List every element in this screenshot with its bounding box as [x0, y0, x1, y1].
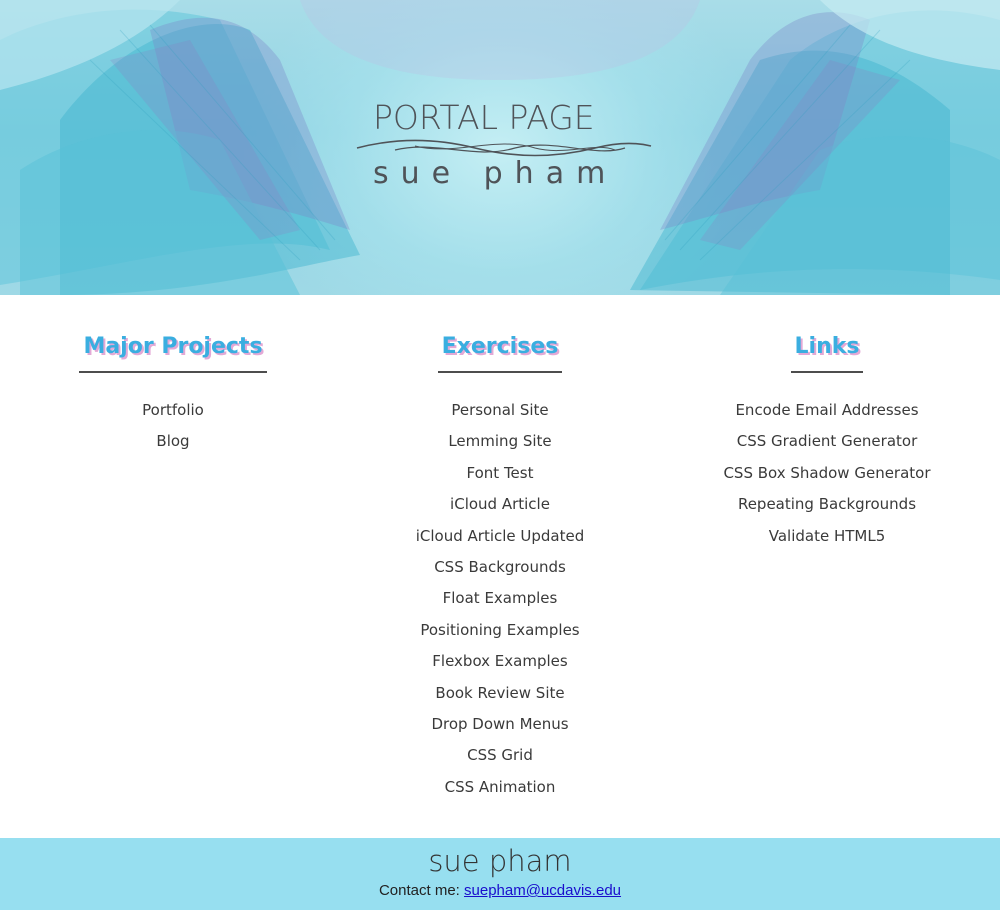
list-item: Lemming Site — [340, 426, 660, 457]
portal-logo: PORTAL PAGE sue pham — [355, 98, 655, 198]
page-footer: sue pham Contact me: suepham@ucdavis.edu — [0, 838, 1000, 910]
link-personal-site[interactable]: Personal Site — [451, 401, 548, 419]
footer-name: sue pham — [428, 844, 572, 878]
column-heading: Links — [790, 331, 864, 373]
link-css-backgrounds[interactable]: CSS Backgrounds — [434, 558, 566, 576]
link-icloud-article-updated[interactable]: iCloud Article Updated — [416, 527, 585, 545]
list-item: CSS Box Shadow Generator — [667, 458, 987, 489]
list-item: Validate HTML5 — [667, 521, 987, 552]
link-positioning-examples[interactable]: Positioning Examples — [420, 621, 579, 639]
footer-contact: Contact me: suepham@ucdavis.edu — [0, 881, 1000, 901]
link-columns: Major Projects Portfolio Blog Exercises … — [0, 295, 1000, 838]
link-drop-down-menus[interactable]: Drop Down Menus — [431, 715, 568, 733]
list-item: Flexbox Examples — [340, 646, 660, 677]
logo-subtitle: sue pham — [373, 156, 618, 191]
list-item: CSS Backgrounds — [340, 552, 660, 583]
list-item: Book Review Site — [340, 678, 660, 709]
list-item: CSS Animation — [340, 772, 660, 803]
link-list: Personal Site Lemming Site Font Test iCl… — [340, 395, 660, 803]
column-exercises: Exercises Personal Site Lemming Site Fon… — [340, 331, 660, 803]
link-list: Encode Email Addresses CSS Gradient Gene… — [667, 395, 987, 552]
list-item: Repeating Backgrounds — [667, 489, 987, 520]
link-portfolio[interactable]: Portfolio — [142, 401, 204, 419]
contact-label: Contact me: — [378, 882, 465, 899]
list-item: CSS Grid — [340, 740, 660, 771]
list-item: Drop Down Menus — [340, 709, 660, 740]
link-blog[interactable]: Blog — [156, 432, 189, 450]
list-item: iCloud Article Updated — [340, 521, 660, 552]
list-item: Portfolio — [13, 395, 333, 426]
email-link[interactable]: suepham@ucdavis.edu — [464, 882, 621, 899]
link-float-examples[interactable]: Float Examples — [443, 589, 558, 607]
link-repeating-backgrounds[interactable]: Repeating Backgrounds — [738, 495, 916, 513]
logo-title: PORTAL PAGE — [373, 98, 595, 137]
column-heading: Exercises — [437, 331, 563, 373]
hero-banner: PORTAL PAGE sue pham — [0, 0, 1000, 295]
link-validate-html5[interactable]: Validate HTML5 — [769, 527, 886, 545]
list-item: Blog — [13, 426, 333, 457]
link-font-test[interactable]: Font Test — [467, 464, 534, 482]
link-lemming-site[interactable]: Lemming Site — [448, 432, 551, 450]
link-css-grid[interactable]: CSS Grid — [467, 746, 533, 764]
link-encode-email-addresses[interactable]: Encode Email Addresses — [735, 401, 918, 419]
list-item: Float Examples — [340, 583, 660, 614]
list-item: CSS Gradient Generator — [667, 426, 987, 457]
list-item: Encode Email Addresses — [667, 395, 987, 426]
list-item: Positioning Examples — [340, 615, 660, 646]
column-links: Links Encode Email Addresses CSS Gradien… — [667, 331, 987, 552]
column-heading: Major Projects — [79, 331, 267, 373]
link-css-gradient-generator[interactable]: CSS Gradient Generator — [737, 432, 918, 450]
list-item: Font Test — [340, 458, 660, 489]
link-book-review-site[interactable]: Book Review Site — [435, 684, 564, 702]
link-icloud-article[interactable]: iCloud Article — [450, 495, 550, 513]
link-css-box-shadow-generator[interactable]: CSS Box Shadow Generator — [723, 464, 930, 482]
list-item: iCloud Article — [340, 489, 660, 520]
column-major-projects: Major Projects Portfolio Blog — [13, 331, 333, 458]
link-css-animation[interactable]: CSS Animation — [445, 778, 556, 796]
link-list: Portfolio Blog — [13, 395, 333, 458]
list-item: Personal Site — [340, 395, 660, 426]
link-flexbox-examples[interactable]: Flexbox Examples — [432, 652, 567, 670]
